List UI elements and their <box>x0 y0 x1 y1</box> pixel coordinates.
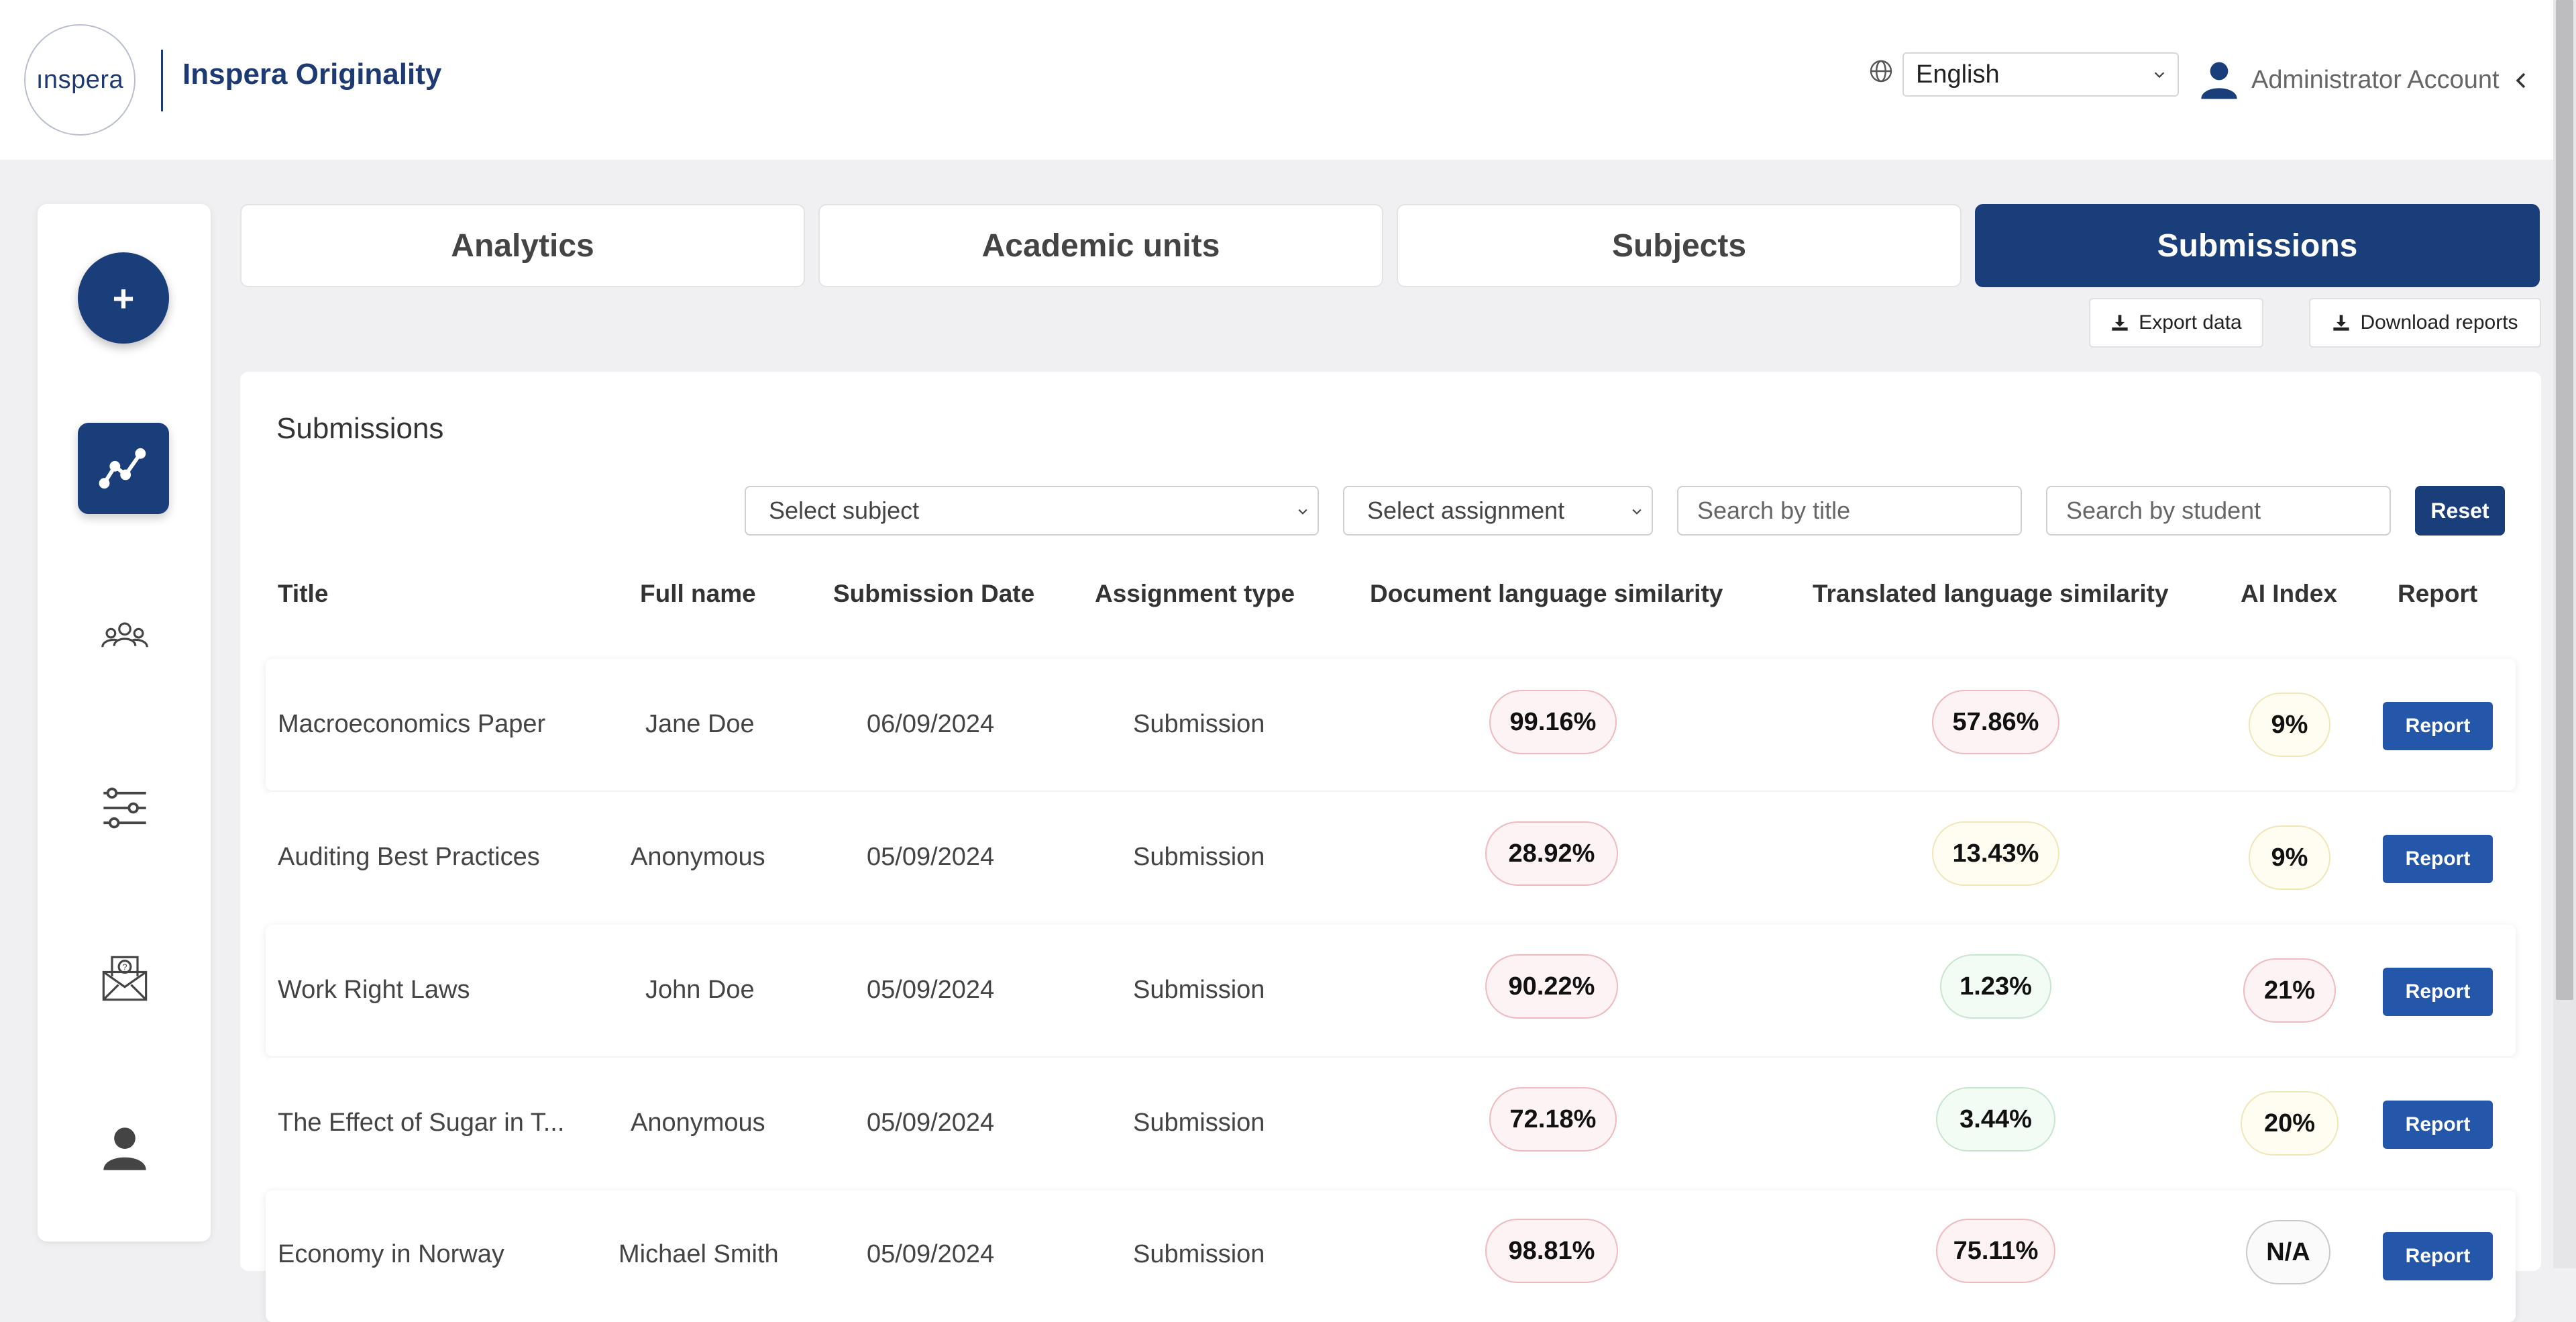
add-button[interactable]: + <box>78 252 169 344</box>
sidebar-item-analytics[interactable] <box>78 423 169 514</box>
document-similarity-badge[interactable]: 98.81% <box>1485 1219 1618 1283</box>
document-similarity-badge[interactable]: 99.16% <box>1489 690 1617 754</box>
translated-similarity-badge[interactable]: 1.23% <box>1940 954 2051 1019</box>
table-row[interactable] <box>266 925 2516 1056</box>
report-button[interactable]: Report <box>2383 968 2493 1016</box>
reset-button[interactable]: Reset <box>2415 486 2505 536</box>
chevron-down-icon <box>1632 509 1642 515</box>
search-title-placeholder: Search by title <box>1697 497 1851 524</box>
row-full-name: Anonymous <box>631 1109 765 1137</box>
tab-academic-units[interactable]: Academic units <box>818 204 1383 287</box>
ai-index-badge[interactable]: 21% <box>2243 958 2336 1023</box>
row-submission-date: 05/09/2024 <box>867 1109 995 1137</box>
search-title-input[interactable]: Search by title <box>1677 486 2022 536</box>
report-button[interactable]: Report <box>2383 1101 2493 1149</box>
row-assignment-type: Submission <box>1133 710 1265 738</box>
export-data-button[interactable]: Export data <box>2089 298 2263 348</box>
user-profile-icon[interactable] <box>99 1123 150 1174</box>
tab-analytics[interactable]: Analytics <box>240 204 805 287</box>
language-value: English <box>1916 60 2000 89</box>
download-reports-button[interactable]: Download reports <box>2309 298 2541 348</box>
row-title[interactable]: Economy in Norway <box>278 1240 504 1269</box>
translated-similarity-badge[interactable]: 3.44% <box>1936 1087 2055 1152</box>
row-assignment-type: Submission <box>1133 1240 1265 1268</box>
download-icon <box>2112 315 2128 331</box>
row-title[interactable]: The Effect of Sugar in T... <box>278 1109 564 1137</box>
users-icon[interactable] <box>99 612 150 663</box>
ai-index-badge[interactable]: 9% <box>2249 825 2330 890</box>
report-button[interactable]: Report <box>2383 1232 2493 1280</box>
scrollbar-thumb[interactable] <box>2556 0 2573 1000</box>
account-user-icon[interactable] <box>2198 58 2241 101</box>
settings-sliders-icon[interactable] <box>99 782 150 833</box>
search-student-placeholder: Search by student <box>2066 497 2261 524</box>
search-student-input[interactable]: Search by student <box>2046 486 2391 536</box>
download-reports-label: Download reports <box>2360 311 2518 334</box>
column-header-report: Report <box>2398 580 2478 607</box>
column-header-assignment-type[interactable]: Assignment type <box>1095 580 1295 608</box>
row-submission-date: 05/09/2024 <box>867 976 995 1004</box>
assignment-select-value: Select assignment <box>1367 497 1565 524</box>
document-similarity-badge[interactable]: 72.18% <box>1489 1087 1617 1152</box>
document-similarity-badge[interactable]: 90.22% <box>1485 954 1618 1019</box>
logo-text: ınspera <box>36 65 124 94</box>
inspera-logo[interactable]: ınspera <box>24 24 136 136</box>
sidebar: + ? <box>38 204 211 1241</box>
panel-title: Submissions <box>276 412 444 445</box>
tab-submissions[interactable]: Submissions <box>1975 204 2540 287</box>
table-row[interactable] <box>266 792 2516 923</box>
column-header-document-similarity[interactable]: Document language similarity <box>1370 580 1723 608</box>
row-submission-date: 05/09/2024 <box>867 1240 995 1268</box>
row-assignment-type: Submission <box>1133 1109 1265 1137</box>
row-title[interactable]: Macroeconomics Paper <box>278 710 545 739</box>
chevron-down-icon <box>2154 72 2165 79</box>
report-button[interactable]: Report <box>2383 835 2493 883</box>
row-full-name: Anonymous <box>631 843 765 871</box>
row-full-name: Michael Smith <box>619 1240 779 1268</box>
row-title[interactable]: Auditing Best Practices <box>278 843 540 872</box>
tab-subjects[interactable]: Subjects <box>1397 204 1962 287</box>
language-select[interactable]: English <box>1902 52 2179 97</box>
row-full-name: Jane Doe <box>645 710 755 738</box>
help-mail-icon[interactable]: ? <box>99 953 150 1004</box>
translated-similarity-badge[interactable]: 75.11% <box>1936 1219 2055 1283</box>
row-assignment-type: Submission <box>1133 976 1265 1004</box>
report-button[interactable]: Report <box>2383 702 2493 750</box>
logo-divider <box>161 50 163 111</box>
top-header: ınspera Inspera Originality English Admi… <box>0 0 2553 160</box>
account-name[interactable]: Administrator Account <box>2251 66 2500 95</box>
column-header-ai-index[interactable]: AI Index <box>2241 580 2337 608</box>
row-submission-date: 06/09/2024 <box>867 710 995 738</box>
row-assignment-type: Submission <box>1133 843 1265 871</box>
column-header-translated-similarity[interactable]: Translated language similarity <box>1813 580 2169 608</box>
analytics-icon <box>99 448 146 489</box>
translated-similarity-badge[interactable]: 13.43% <box>1932 821 2059 886</box>
svg-text:?: ? <box>122 962 127 972</box>
table-row[interactable] <box>266 1190 2516 1322</box>
assignment-select[interactable]: Select assignment <box>1343 486 1653 536</box>
column-header-title[interactable]: Title <box>278 580 328 608</box>
row-submission-date: 05/09/2024 <box>867 843 995 871</box>
subject-select-value: Select subject <box>769 497 920 524</box>
row-full-name: John Doe <box>645 976 755 1004</box>
row-title[interactable]: Work Right Laws <box>278 976 470 1005</box>
ai-index-badge[interactable]: N/A <box>2246 1220 2330 1284</box>
table-row[interactable] <box>266 659 2516 791</box>
export-data-label: Export data <box>2139 311 2242 334</box>
subject-select[interactable]: Select subject <box>745 486 1319 536</box>
app-name: Inspera Originality <box>182 58 442 91</box>
download-icon <box>2333 315 2350 331</box>
ai-index-badge[interactable]: 9% <box>2249 693 2330 757</box>
document-similarity-badge[interactable]: 28.92% <box>1485 821 1618 886</box>
chevron-down-icon <box>1298 509 1307 515</box>
chevron-left-icon[interactable] <box>2513 70 2529 91</box>
translated-similarity-badge[interactable]: 57.86% <box>1932 690 2059 754</box>
ai-index-badge[interactable]: 20% <box>2241 1091 2339 1156</box>
globe-icon <box>1870 60 1892 83</box>
column-header-submission-date[interactable]: Submission Date <box>833 580 1034 608</box>
column-header-full-name[interactable]: Full name <box>640 580 756 608</box>
table-row[interactable] <box>266 1058 2516 1189</box>
